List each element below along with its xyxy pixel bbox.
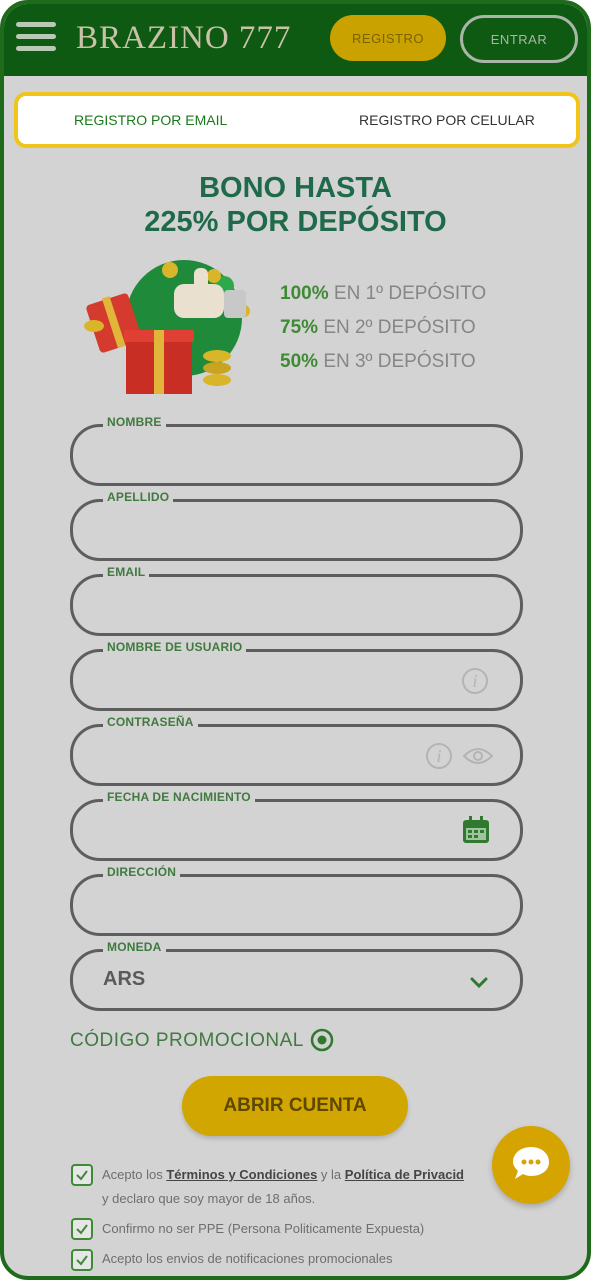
- address-field[interactable]: DIRECCIÓN: [70, 865, 523, 936]
- terms-text: Acepto los Términos y Condiciones y la P…: [102, 1167, 464, 1182]
- checkbox-icon: [76, 1170, 88, 1181]
- open-account-button[interactable]: ABRIR CUENTA: [182, 1076, 408, 1136]
- login-button[interactable]: ENTRAR: [460, 15, 578, 63]
- plus-circle-icon[interactable]: [310, 1028, 334, 1052]
- terms-link[interactable]: Términos y Condiciones: [166, 1167, 317, 1182]
- brand-logo[interactable]: BRAZINO 777: [76, 20, 291, 57]
- address-label: DIRECCIÓN: [103, 865, 181, 879]
- email-field[interactable]: EMAIL: [70, 565, 523, 636]
- chevron-down-icon[interactable]: [469, 976, 489, 990]
- bonus-line-3: 50% EN 3º DEPÓSITO: [280, 351, 476, 373]
- first-name-label: NOMBRE: [103, 415, 166, 429]
- register-button[interactable]: REGISTRO: [330, 15, 446, 61]
- ppe-text: Confirmo no ser PPE (Persona Politicamen…: [102, 1221, 425, 1236]
- chat-icon: [513, 1147, 549, 1179]
- currency-label: MONEDA: [103, 940, 166, 954]
- privacy-link[interactable]: Política de Privacid: [345, 1167, 464, 1182]
- currency-select[interactable]: MONEDA ARS: [70, 940, 523, 1011]
- bonus-line-1: 100% EN 1º DEPÓSITO: [280, 283, 486, 305]
- currency-value: ARS: [103, 968, 146, 990]
- promo-title-line2: 225% POR DEPÓSITO: [144, 206, 447, 238]
- terms-checkbox[interactable]: [71, 1164, 93, 1186]
- last-name-field[interactable]: APELLIDO: [70, 490, 523, 561]
- username-label: NOMBRE DE USUARIO: [103, 640, 247, 654]
- terms-prefix: Acepto los: [102, 1167, 167, 1182]
- calendar-icon[interactable]: [461, 815, 491, 845]
- notifications-text: Acepto los envios de notificaciones prom…: [102, 1251, 393, 1266]
- bonus-text-3: EN 3º DEPÓSITO: [323, 351, 476, 372]
- ppe-checkbox[interactable]: [71, 1218, 93, 1240]
- checkbox-icon: [76, 1255, 88, 1266]
- notifications-checkbox[interactable]: [71, 1249, 93, 1271]
- password-label: CONTRASEÑA: [103, 715, 198, 729]
- info-icon[interactable]: i: [426, 743, 452, 769]
- phone-frame: BRAZINO 777 REGISTRO ENTRAR REGISTRO POR…: [0, 0, 591, 1280]
- bonus-percent-1: 100%: [280, 283, 329, 304]
- birthdate-field[interactable]: FECHA DE NACIMIENTO: [70, 790, 523, 861]
- username-field[interactable]: NOMBRE DE USUARIO i: [70, 640, 523, 711]
- chat-button[interactable]: [492, 1126, 570, 1204]
- promo-code-toggle[interactable]: CÓDIGO PROMOCIONAL: [70, 1030, 304, 1052]
- bonus-text-1: EN 1º DEPÓSITO: [333, 283, 487, 304]
- bonus-percent-2: 75%: [280, 317, 319, 338]
- tab-register-email[interactable]: REGISTRO POR EMAIL: [74, 96, 227, 144]
- last-name-label: APELLIDO: [103, 490, 174, 504]
- first-name-field[interactable]: NOMBRE: [70, 415, 523, 486]
- birthdate-label: FECHA DE NACIMIENTO: [103, 790, 255, 804]
- bonus-gift-illustration: [84, 260, 250, 394]
- email-label: EMAIL: [103, 565, 150, 579]
- terms-text-line2: y declaro que soy mayor de 18 años.: [102, 1191, 316, 1206]
- info-icon[interactable]: i: [462, 668, 488, 694]
- registration-tabs: REGISTRO POR EMAIL REGISTRO POR CELULAR: [14, 92, 580, 148]
- promo-title-line1: BONO HASTA: [199, 172, 392, 204]
- checkbox-icon: [76, 1224, 88, 1235]
- top-header: BRAZINO 777 REGISTRO ENTRAR: [4, 4, 587, 76]
- bonus-text-2: EN 2º DEPÓSITO: [323, 317, 476, 338]
- terms-mid: y la: [317, 1167, 345, 1182]
- bonus-line-2: 75% EN 2º DEPÓSITO: [280, 317, 476, 339]
- tab-register-phone[interactable]: REGISTRO POR CELULAR: [359, 96, 535, 144]
- eye-icon[interactable]: [462, 746, 494, 766]
- bonus-percent-3: 50%: [280, 351, 319, 372]
- password-field[interactable]: CONTRASEÑA i: [70, 715, 523, 786]
- menu-icon[interactable]: [16, 22, 56, 56]
